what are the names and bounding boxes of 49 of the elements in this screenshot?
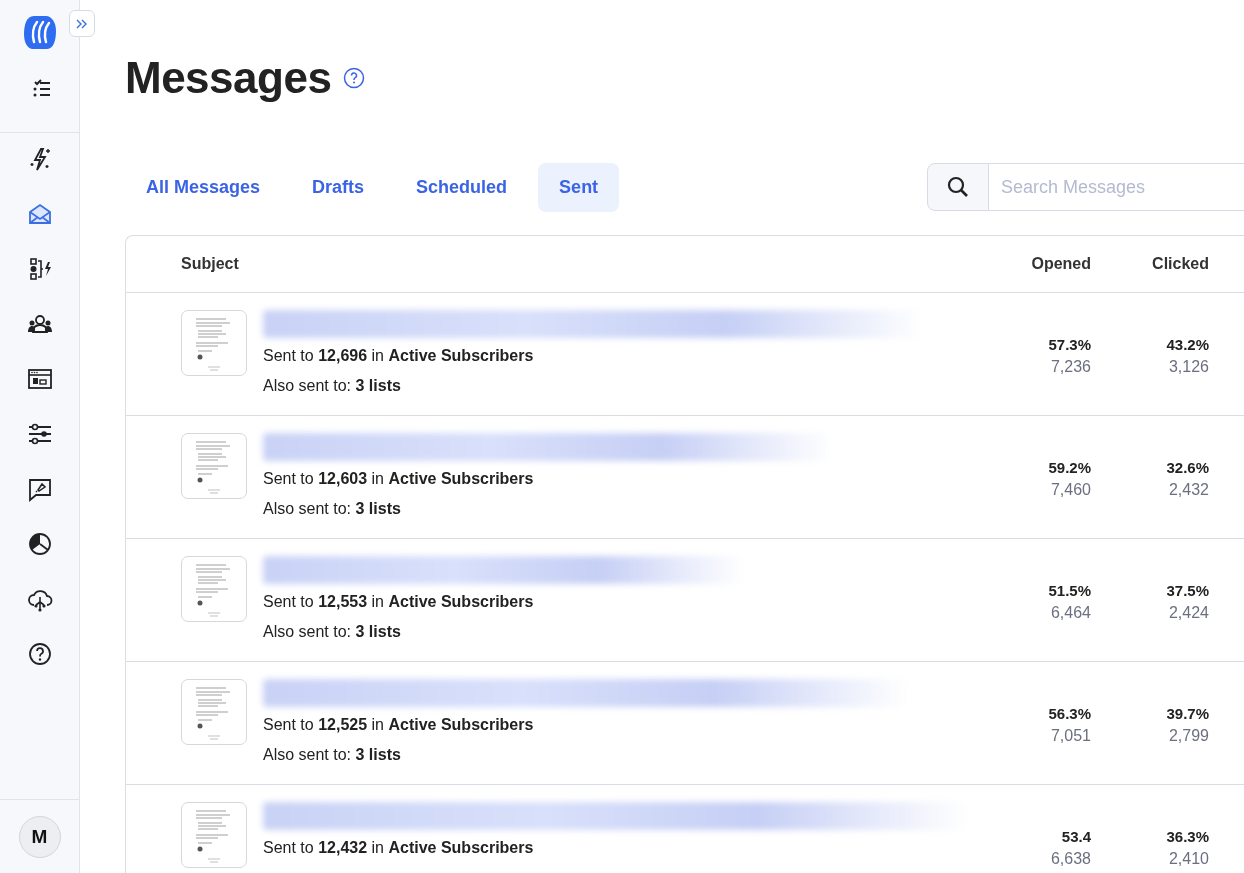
sent-summary: Sent to 12,525 in Active Subscribers [263,715,535,735]
column-header: Opened [1030,255,1091,273]
also-sent-summary: Also sent to: 3 lists [263,745,402,765]
clicked-rate: 36.3% [1166,828,1209,845]
clicked-rate: 43.2% [1166,336,1209,353]
sent-summary: Sent to 12,696 in Active Subscribers [263,346,535,366]
column-header: Clicked [1151,255,1209,273]
opened-count: 7,460 [1050,481,1091,499]
opened-rate: 59.2% [1048,459,1091,476]
sent-summary: Sent to 12,432 in Active Subscribers [263,838,535,858]
user-avatar[interactable]: M [18,815,61,858]
clicked-rate: 39.7% [1166,705,1209,722]
expand-sidebar-button[interactable] [69,10,95,37]
also-sent-summary: Also sent to: 3 lists [263,622,402,642]
clicked-count: 3,126 [1168,358,1209,376]
opened-count: 7,236 [1050,358,1091,376]
tab[interactable]: Scheduled [395,162,529,212]
tab[interactable]: Sent [538,162,620,212]
clicked-count: 2,432 [1168,481,1209,499]
opened-rate: 57.3% [1048,336,1091,353]
sent-summary: Sent to 12,553 in Active Subscribers [263,592,535,612]
clicked-count: 2,410 [1168,850,1209,868]
email-thumbnail[interactable] [181,802,247,868]
email-thumbnail[interactable] [181,679,247,745]
clicked-count: 2,799 [1168,727,1209,745]
email-thumbnail[interactable] [181,433,247,499]
logo-icon [21,14,58,50]
opened-rate: 53.4 [1061,828,1091,845]
page-title: Messages [125,53,332,103]
opened-rate: 56.3% [1048,705,1091,722]
sent-summary: Sent to 12,603 in Active Subscribers [263,469,535,489]
opened-count: 6,464 [1050,604,1091,622]
clicked-rate: 32.6% [1166,459,1209,476]
email-thumbnail[interactable] [181,310,247,376]
clicked-count: 2,424 [1168,604,1209,622]
clicked-rate: 37.5% [1166,582,1209,599]
search-field[interactable]: Search Messages [989,163,1244,211]
opened-count: 7,051 [1050,727,1091,745]
search-button[interactable] [927,163,989,211]
also-sent-summary: Also sent to: 3 lists [263,499,402,519]
tab[interactable]: All Messages [125,162,282,212]
also-sent-summary: Also sent to: 3 lists [263,376,402,396]
opened-count: 6,638 [1050,850,1091,868]
column-header: Subject [180,255,240,273]
opened-rate: 51.5% [1048,582,1091,599]
email-thumbnail[interactable] [181,556,247,622]
tab[interactable]: Drafts [291,162,386,212]
double-chevron-icon [75,17,89,30]
search-icon [946,175,970,199]
